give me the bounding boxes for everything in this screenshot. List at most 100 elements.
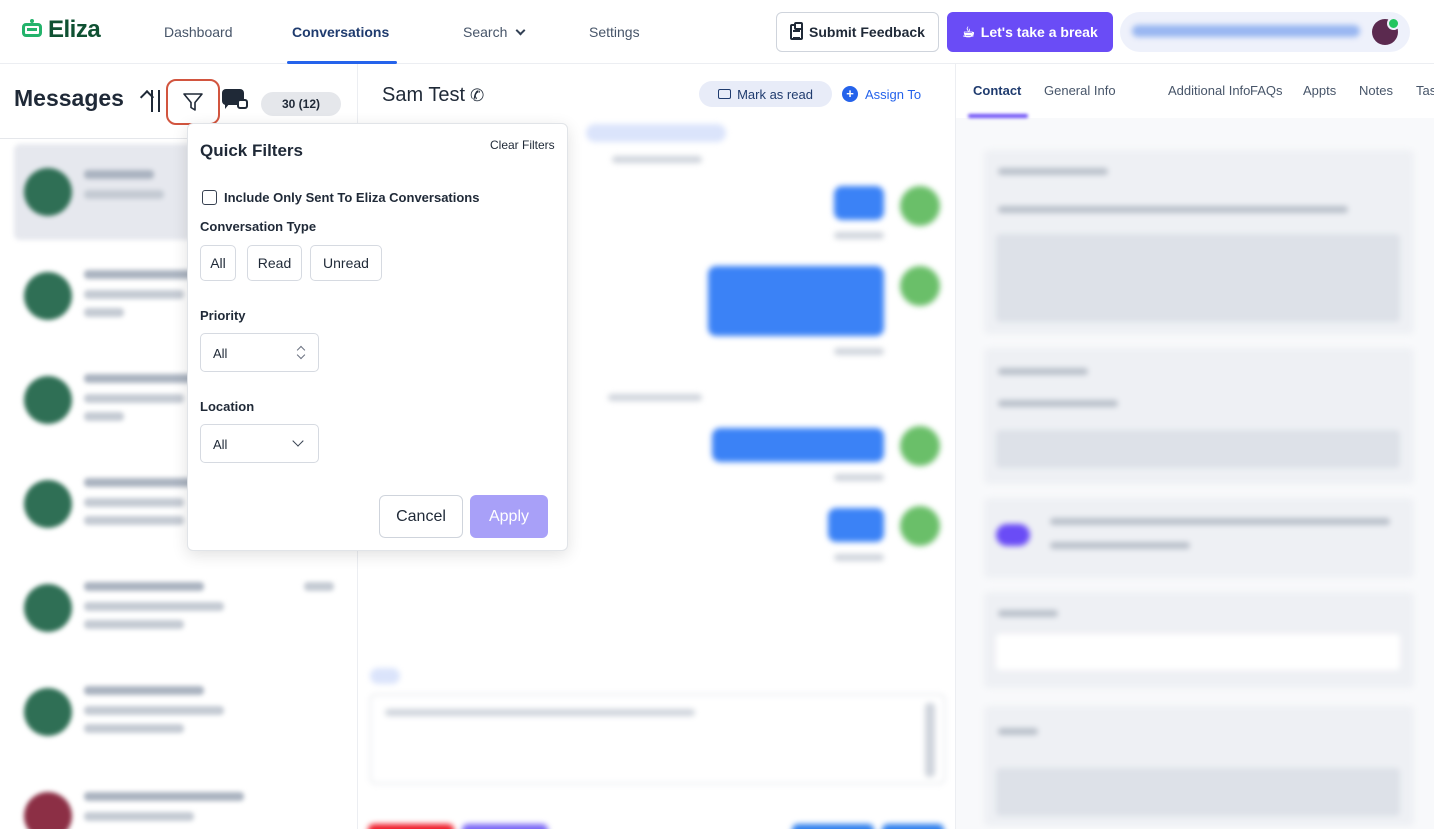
blurred-text: [84, 394, 184, 403]
contact-name: Sam Test: [382, 84, 465, 106]
assign-to-button[interactable]: + Assign To: [842, 86, 921, 102]
message-compose-input[interactable]: [370, 694, 945, 784]
phone-icon[interactable]: ✆: [470, 86, 484, 106]
blurred-pill: [370, 668, 400, 684]
blurred-text: [84, 374, 204, 383]
priority-select[interactable]: All: [200, 333, 319, 372]
blurred-placeholder: [385, 709, 695, 716]
toggle-card: [984, 498, 1414, 578]
blurred-text: [998, 400, 1118, 407]
blurred-blue-button[interactable]: [882, 824, 944, 829]
blurred-text: [834, 554, 884, 561]
type-unread-button[interactable]: Unread: [310, 245, 382, 281]
sent-to-eliza-checkbox[interactable]: [202, 190, 217, 205]
blurred-text: [834, 232, 884, 239]
new-chat-icon[interactable]: [222, 89, 248, 113]
updown-chevron-icon: [296, 345, 306, 361]
blurred-blue-button[interactable]: [792, 824, 874, 829]
nav-conversations[interactable]: Conversations: [292, 24, 389, 40]
nav-settings[interactable]: Settings: [589, 24, 640, 40]
blurred-input[interactable]: [996, 634, 1400, 670]
clear-filters-link[interactable]: Clear Filters: [490, 138, 555, 152]
clipboard-icon: [790, 22, 804, 40]
avatar: [24, 792, 72, 829]
blurred-toggle[interactable]: [996, 524, 1030, 546]
list-item[interactable]: [14, 560, 344, 656]
submit-feedback-button[interactable]: Submit Feedback: [776, 12, 939, 52]
messages-title: Messages: [14, 85, 124, 111]
avatar: [24, 272, 72, 320]
message-bubble: [834, 186, 884, 220]
blurred-red-button[interactable]: [368, 824, 454, 829]
mark-as-read-button[interactable]: Mark as read: [699, 81, 832, 107]
active-tab-indicator: [968, 114, 1028, 118]
cancel-button[interactable]: Cancel: [379, 495, 463, 538]
tab-additional-info[interactable]: Additional Info: [1168, 83, 1250, 98]
avatar: [24, 480, 72, 528]
type-read-button[interactable]: Read: [247, 245, 302, 281]
blurred-text: [84, 582, 204, 591]
tab-tasks[interactable]: Tas: [1416, 83, 1434, 98]
tab-appts[interactable]: Appts: [1303, 83, 1336, 98]
contact-details-blurred: [956, 124, 1434, 829]
details-tabs: Contact General Info Additional Info FAQ…: [956, 64, 1434, 118]
blurred-text: [84, 602, 224, 611]
take-break-button[interactable]: ☕︎ Let's take a break: [947, 12, 1113, 52]
blurred-text: [998, 610, 1058, 617]
nav-dashboard[interactable]: Dashboard: [164, 24, 233, 40]
notes-card: [984, 706, 1414, 826]
conversation-type-label: Conversation Type: [200, 219, 317, 234]
envelope-icon: [718, 89, 732, 99]
tab-faqs[interactable]: FAQs: [1250, 83, 1283, 98]
avatar: [900, 426, 940, 466]
blurred-text: [84, 812, 194, 821]
top-nav: Eliza Dashboard Conversations Search Set…: [0, 0, 1434, 64]
list-item[interactable]: [14, 768, 344, 829]
user-email-blurred: [1132, 25, 1360, 37]
nav-search[interactable]: Search: [463, 24, 526, 40]
blurred-text: [84, 498, 184, 507]
avatar: [24, 376, 72, 424]
list-item[interactable]: [14, 664, 344, 760]
priority-value: All: [213, 346, 228, 361]
app-logo[interactable]: Eliza: [22, 16, 101, 44]
blurred-text: [84, 792, 244, 801]
blurred-block: [996, 430, 1400, 468]
tab-general-info[interactable]: General Info: [1044, 83, 1116, 98]
avatar: [24, 168, 72, 216]
blurred-block: [996, 234, 1400, 322]
avatar: [1372, 17, 1400, 45]
sort-icon[interactable]: [146, 86, 166, 116]
user-menu[interactable]: [1120, 12, 1410, 52]
blurred-text: [998, 168, 1108, 175]
blurred-text: [84, 686, 204, 695]
avatar: [900, 266, 940, 306]
type-all-button[interactable]: All: [200, 245, 236, 281]
blurred-text: [84, 478, 204, 487]
take-break-label: Let's take a break: [980, 24, 1098, 40]
quick-filters-title: Quick Filters: [200, 141, 303, 160]
filter-button[interactable]: [166, 79, 220, 125]
blurred-text: [834, 474, 884, 481]
blurred-text: [84, 190, 164, 199]
location-select[interactable]: All: [200, 424, 319, 463]
mark-as-read-label: Mark as read: [737, 86, 813, 102]
blurred-purple-button[interactable]: [462, 824, 548, 829]
blurred-text: [1050, 542, 1190, 549]
chevron-down-icon: [292, 435, 304, 447]
conversation-count-badge: 30 (12): [261, 92, 341, 116]
assign-to-label: Assign To: [865, 86, 922, 102]
apply-button[interactable]: Apply: [470, 495, 548, 538]
tab-notes[interactable]: Notes: [1359, 83, 1393, 98]
message-bubble: [712, 428, 884, 462]
blurred-text: [304, 582, 334, 591]
contact-details-panel: Contact General Info Additional Info FAQ…: [956, 64, 1434, 829]
message-bubble: [708, 266, 884, 336]
blurred-text: [84, 706, 224, 715]
tab-contact[interactable]: Contact: [973, 83, 1021, 98]
blurred-text: [998, 206, 1348, 213]
priority-label: Priority: [200, 308, 246, 323]
sent-to-eliza-label[interactable]: Include Only Sent To Eliza Conversations: [224, 190, 479, 205]
contact-card: [984, 150, 1414, 334]
submit-feedback-label: Submit Feedback: [809, 24, 925, 40]
